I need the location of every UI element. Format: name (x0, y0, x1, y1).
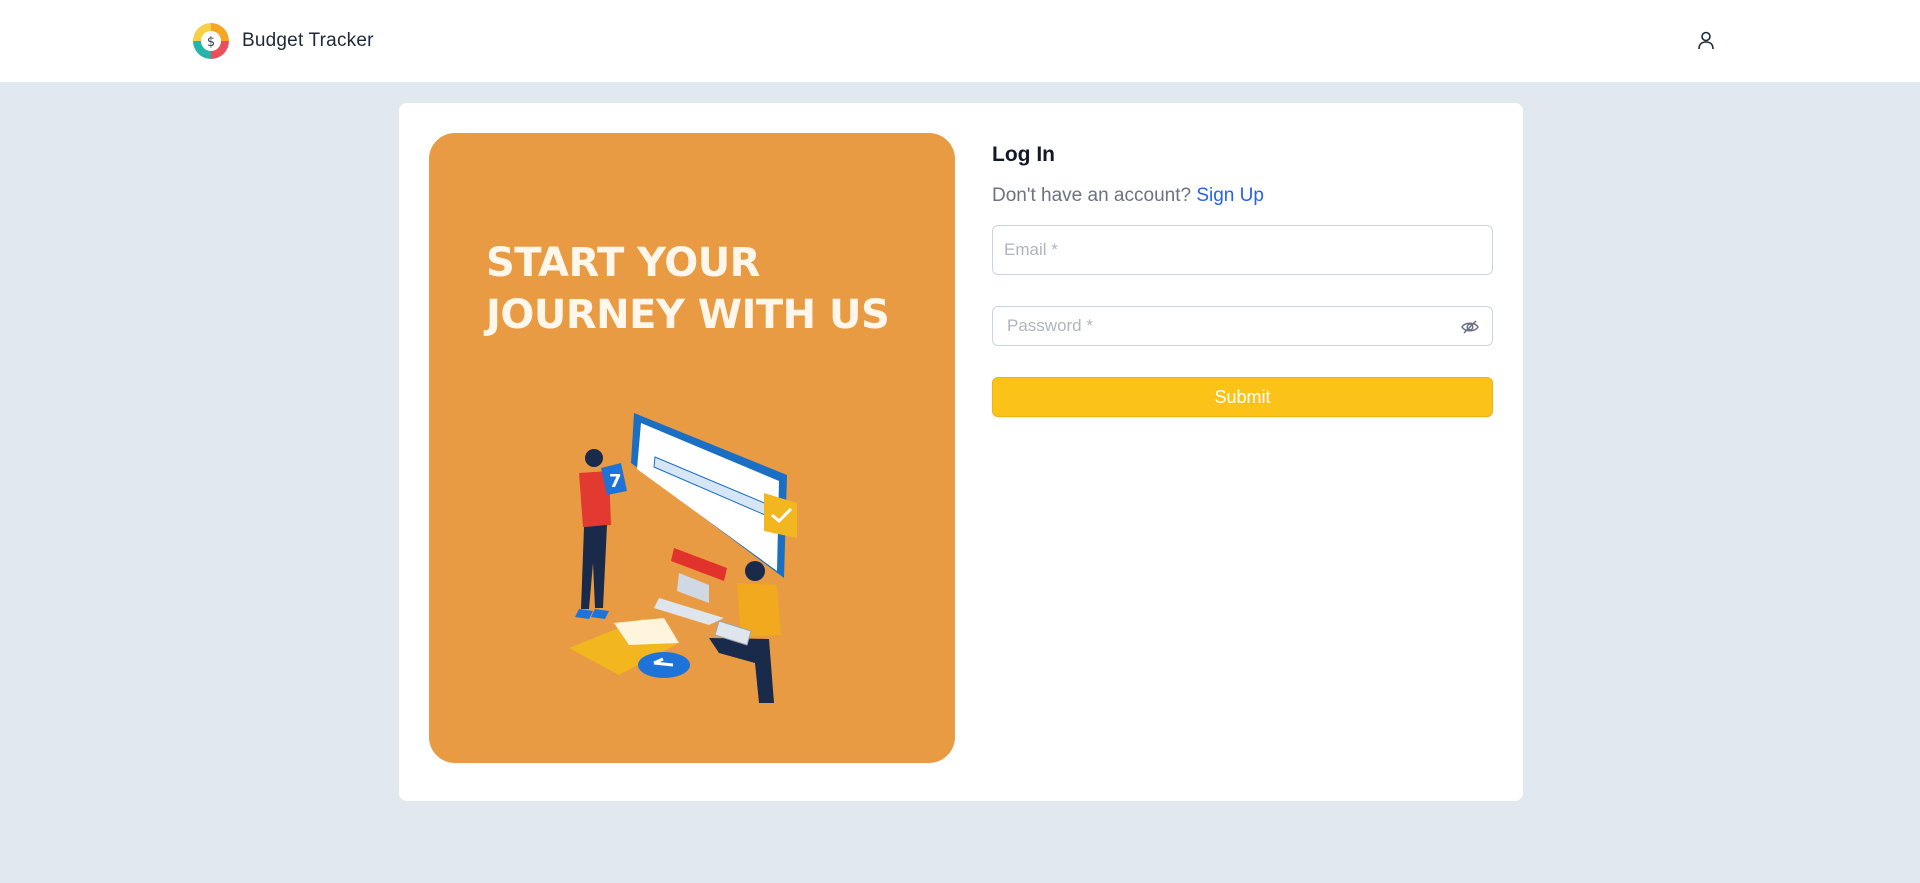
user-icon[interactable] (1696, 30, 1716, 50)
hero-panel: START YOUR JOURNEY WITH US 7 (429, 133, 955, 763)
signup-prompt: Don't have an account? Sign Up (992, 185, 1493, 209)
form-title: Log In (992, 143, 1055, 166)
email-input[interactable] (993, 226, 1492, 274)
eye-off-icon[interactable] (1460, 317, 1480, 337)
password-input[interactable] (993, 307, 1492, 345)
login-form: Log In Don't have an account? Sign Up Su… (992, 143, 1493, 417)
user-account-button[interactable] (1693, 27, 1719, 53)
email-field-wrapper (992, 225, 1493, 275)
signup-link[interactable]: Sign Up (1196, 185, 1264, 206)
journey-illustration: 7 (569, 413, 797, 703)
app-title: Budget Tracker (242, 30, 374, 51)
svg-text:7: 7 (609, 471, 622, 492)
dollar-pie-logo-icon: $ (193, 23, 229, 59)
password-field-wrapper (992, 306, 1493, 346)
signup-prompt-text: Don't have an account? (992, 185, 1192, 206)
brand[interactable]: $ Budget Tracker (192, 22, 374, 60)
submit-button[interactable]: Submit (992, 377, 1493, 417)
svg-text:$: $ (207, 35, 215, 50)
top-navbar: $ Budget Tracker (0, 0, 1920, 82)
hero-title: START YOUR JOURNEY WITH US (486, 240, 890, 338)
login-card: START YOUR JOURNEY WITH US 7 Log In Don'… (399, 103, 1523, 801)
